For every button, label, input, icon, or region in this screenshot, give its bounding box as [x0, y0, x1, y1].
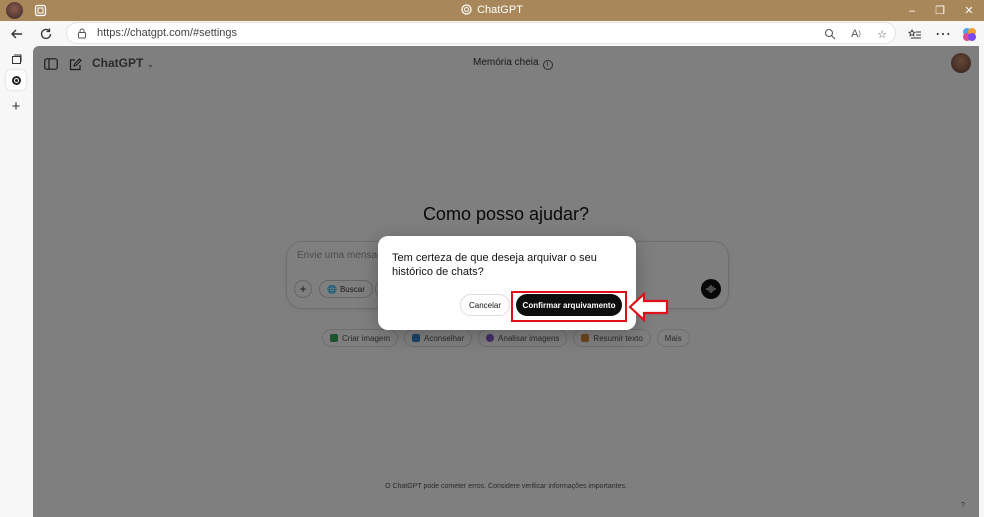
refresh-icon[interactable]	[36, 24, 56, 44]
dialog-message: Tem certeza de que deseja arquivar o seu…	[392, 252, 597, 278]
highlight-annotation	[511, 291, 627, 322]
new-tab-icon[interactable]: +	[6, 96, 26, 116]
chatgpt-logo-icon	[461, 4, 472, 15]
tab-chatgpt[interactable]	[6, 70, 26, 90]
red-arrow-annotation	[628, 291, 669, 323]
zoom-icon[interactable]	[822, 26, 838, 42]
cancel-button[interactable]: Cancelar	[460, 294, 510, 316]
restore-icon[interactable]: ❐	[925, 2, 955, 19]
more-options-icon[interactable]: ⋯	[933, 24, 953, 44]
vertical-tabs-panel: +	[0, 46, 32, 517]
favorites-list-icon[interactable]	[905, 24, 925, 44]
chatgpt-tab-icon	[11, 75, 21, 85]
favorite-star-icon[interactable]: ☆	[874, 26, 890, 42]
url-text[interactable]: https://chatgpt.com/#settings	[97, 27, 237, 39]
tab-actions-icon[interactable]	[6, 49, 26, 69]
back-icon[interactable]	[7, 24, 27, 44]
window-title: ChatGPT	[0, 4, 984, 16]
read-aloud-icon[interactable]: A)	[848, 26, 864, 42]
lock-icon[interactable]	[77, 28, 87, 39]
close-window-icon[interactable]: ✕	[954, 2, 984, 19]
address-bar[interactable]: https://chatgpt.com/#settings A) ☆	[66, 22, 896, 44]
copilot-icon[interactable]	[959, 24, 979, 44]
minimize-icon[interactable]: –	[897, 2, 927, 19]
tab-title: ChatGPT	[477, 4, 523, 16]
browser-toolbar: https://chatgpt.com/#settings A) ☆ ⋯	[0, 21, 984, 46]
window-titlebar: ChatGPT – ❐ ✕	[0, 0, 984, 21]
